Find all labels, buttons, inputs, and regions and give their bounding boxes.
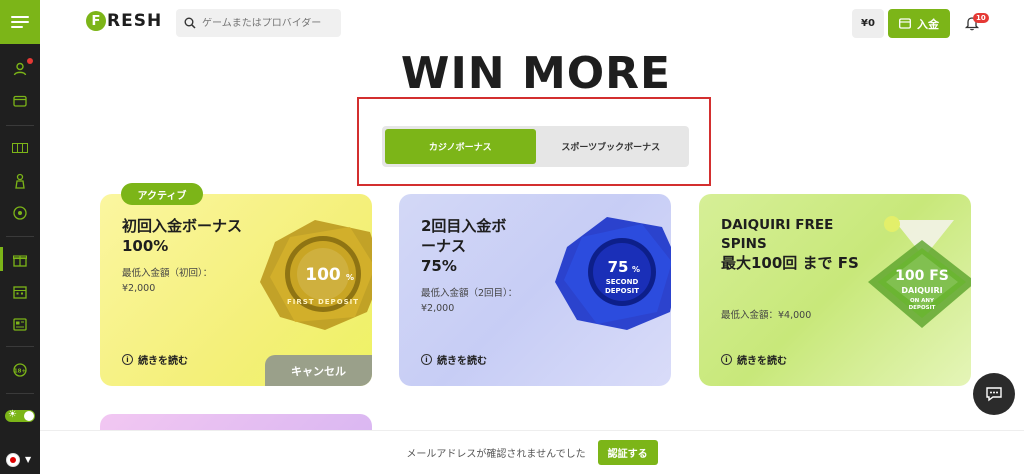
card-title-text: DAIQUIRI FREE SPINS	[721, 217, 834, 252]
sports-ball-icon[interactable]	[0, 202, 40, 224]
badge-subtitle-2: DEPOSIT	[605, 287, 639, 295]
badge-percent: %	[632, 265, 640, 274]
toggle-knob	[24, 411, 34, 421]
sidebar-divider	[6, 346, 34, 347]
deposit-label: 入金	[917, 17, 939, 31]
chat-icon	[986, 387, 1002, 402]
balance-display[interactable]: ¥0	[852, 9, 884, 38]
bonus-card-second-deposit[interactable]: 2回目入金ボーナス 75% 最低入金額（2回目）： ¥2,000 75 % SE…	[399, 194, 671, 386]
age-18-icon[interactable]: 18+	[0, 359, 40, 381]
badge-subtitle: FIRST DEPOSIT	[287, 298, 359, 306]
badge-subtitle-1: DAIQUIRI	[901, 286, 942, 295]
badge-subtitle-3: DEPOSIT	[909, 305, 936, 311]
logo-mark: F	[86, 11, 106, 31]
read-more-label: 続きを読む	[437, 356, 487, 367]
bonus-tabs: カジノボーナス スポーツブックボーナス	[382, 126, 689, 167]
deposit-button[interactable]: 入金	[888, 9, 950, 38]
badge-value: 100	[305, 265, 341, 285]
japan-flag-icon[interactable]	[6, 453, 20, 467]
read-more-link[interactable]: i 続きを読む	[122, 352, 188, 367]
min-deposit-value: ¥2,000	[122, 283, 156, 294]
hamburger-icon	[11, 13, 29, 31]
sidebar-divider	[6, 236, 34, 237]
info-icon: i	[721, 354, 732, 365]
wallet-icon	[899, 18, 911, 29]
search-input[interactable]	[202, 17, 332, 29]
min-deposit-label: 最低入金額（2回目）：	[421, 288, 518, 299]
logo-text: RESH	[107, 11, 163, 31]
bonus-card-daiquiri-free-spins[interactable]: DAIQUIRI FREE SPINS 最大100回 まで FS 最低入金額：¥…	[699, 194, 971, 386]
card-subtitle: 最大100回 まで FS	[721, 254, 859, 272]
theme-toggle[interactable]: ☀	[5, 409, 35, 422]
menu-button[interactable]	[0, 0, 40, 44]
bonus-card-first-deposit[interactable]: 初回入金ボーナス 100% 最低入金額（初回）： ¥2,000 100 % FI…	[100, 194, 372, 386]
card-title-text: 2回目入金ボーナス	[421, 217, 507, 255]
slots-icon[interactable]	[0, 137, 40, 159]
info-icon: i	[122, 354, 133, 365]
gift-icon[interactable]	[0, 249, 40, 271]
page-title: WIN MORE	[400, 48, 672, 99]
notification-badge: 10	[973, 13, 989, 23]
chevron-down-icon[interactable]: ▼	[25, 455, 31, 464]
sidebar-divider	[6, 393, 34, 394]
card-min-deposit: 最低入金額（初回）： ¥2,000	[122, 266, 212, 296]
page: 18+ ☀ ▼ F RESH ¥0 入金 10 WIN MORE カジノボーナス…	[0, 0, 1024, 474]
read-more-label: 続きを読む	[138, 356, 188, 367]
active-status-badge: アクティブ	[121, 183, 203, 205]
tab-casino-bonus[interactable]: カジノボーナス	[385, 129, 536, 164]
search-icon	[184, 17, 196, 29]
verify-button[interactable]: 認証する	[597, 440, 658, 465]
read-more-link[interactable]: i 続きを読む	[421, 352, 487, 367]
first-deposit-badge-icon: 100 % FIRST DEPOSIT	[260, 220, 372, 330]
card-min-deposit: 最低入金額（2回目）： ¥2,000	[421, 286, 517, 316]
news-icon[interactable]	[0, 313, 40, 335]
badge-percent: %	[346, 273, 354, 282]
email-verification-bar: メールアドレスが確認されませんでした 認証する	[40, 430, 1024, 474]
badge-value: 100 FS	[895, 268, 949, 284]
badge-subtitle-1: SECOND	[606, 278, 639, 286]
sun-icon: ☀	[8, 409, 17, 420]
fresh-logo[interactable]: F RESH	[86, 11, 162, 31]
svg-text:18+: 18+	[14, 368, 27, 374]
badge-subtitle-2: ON ANY	[910, 298, 935, 304]
live-casino-icon[interactable]	[0, 170, 40, 192]
calendar-icon[interactable]	[0, 281, 40, 303]
card-min-deposit: 最低入金額：¥4,000	[721, 308, 811, 323]
daiquiri-badge-icon: 100 FS DAIQUIRI ON ANY DEPOSIT	[868, 216, 971, 328]
second-deposit-badge-icon: 75 % SECOND DEPOSIT	[555, 217, 671, 330]
min-deposit-value: ¥2,000	[421, 303, 455, 314]
min-deposit-label: 最低入金額：¥4,000	[721, 310, 812, 321]
read-more-label: 続きを読む	[737, 356, 787, 367]
sidebar-divider	[6, 125, 34, 126]
chat-button[interactable]	[973, 373, 1015, 415]
search-box[interactable]	[176, 9, 341, 37]
read-more-link[interactable]: i 続きを読む	[721, 352, 787, 367]
tab-sportsbook-bonus[interactable]: スポーツブックボーナス	[536, 129, 687, 164]
info-icon: i	[421, 354, 432, 365]
badge-value: 75	[608, 258, 629, 276]
verification-message: メールアドレスが確認されませんでした	[406, 449, 586, 460]
cancel-button[interactable]: キャンセル	[265, 355, 372, 386]
min-deposit-label: 最低入金額（初回）：	[122, 268, 213, 279]
